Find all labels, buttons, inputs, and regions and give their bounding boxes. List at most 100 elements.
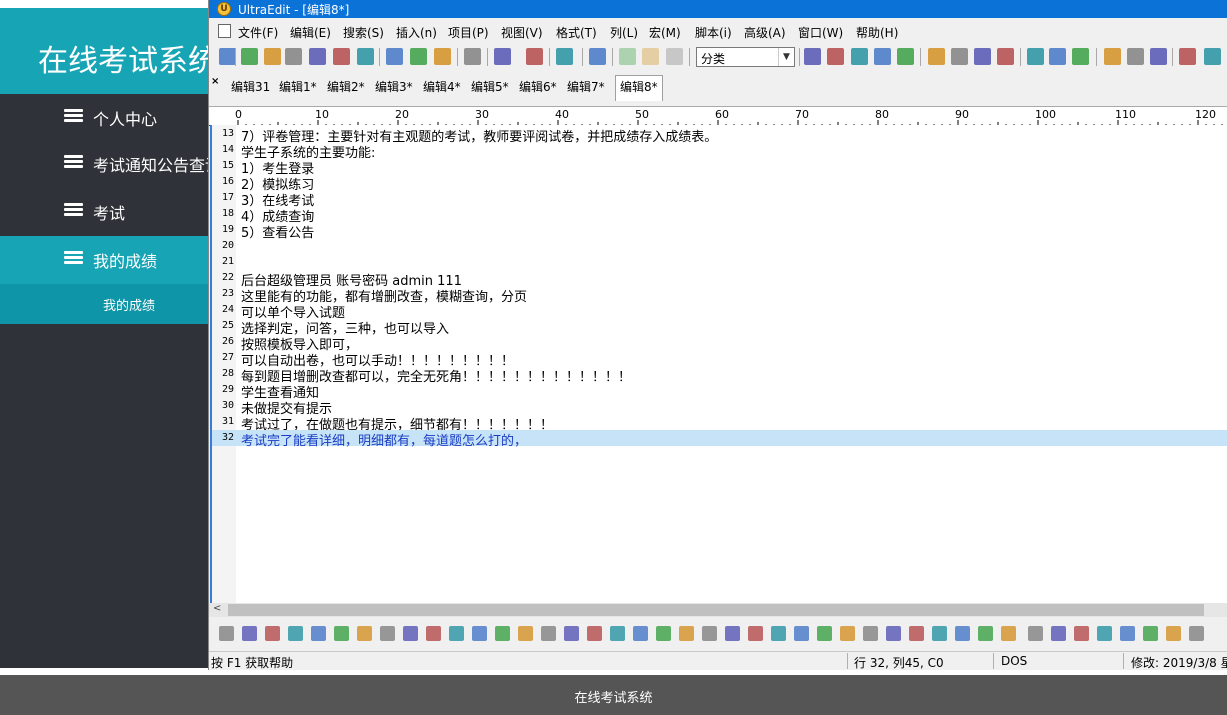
split-h-icon[interactable] [1027,48,1044,65]
sidebar-subitem-my-scores[interactable]: 我的成绩 [0,284,208,324]
editor-line[interactable]: 20 [212,238,1227,254]
new-file-icon[interactable] [219,48,236,65]
arrow-left-icon[interactable] [241,48,258,65]
copy-icon[interactable] [642,48,659,65]
menu-project[interactable]: 项目(P) [448,24,489,41]
editor-line[interactable]: 23 这里能有的功能，都有增删改查，模糊查询，分页 [212,286,1227,305]
tab-4[interactable]: 编辑3* [375,78,413,95]
paste-icon[interactable] [666,48,683,65]
replace-icon[interactable] [874,48,891,65]
tab-6[interactable]: 编辑5* [471,78,509,95]
open-folder-icon[interactable] [309,48,326,65]
button-icon[interactable] [633,626,648,641]
editor-line[interactable]: 13 7）评卷管理：主要针对有主观题的考试，教师要评阅试卷，并把成绩存入成绩表。 [212,126,1227,145]
menu-script[interactable]: 脚本(i) [695,24,732,41]
bulb-icon[interactable] [1120,626,1135,641]
underline-icon[interactable] [288,626,303,641]
editor-line[interactable]: 27 可以自动出卷，也可以手动！！！！！！！！！ [212,350,1227,369]
textarea-icon[interactable] [610,626,625,641]
align-right-2-icon[interactable] [472,626,487,641]
sun-icon[interactable] [1143,626,1158,641]
tab-1[interactable]: 编辑31 [231,78,270,95]
menu-window[interactable]: 窗口(W) [798,24,843,41]
menu-insert[interactable]: 插入(n) [396,24,437,41]
tab-3[interactable]: 编辑2* [327,78,365,95]
find-prev-icon[interactable] [851,48,868,65]
hex-icon[interactable] [526,48,543,65]
picture-icon[interactable] [725,626,740,641]
form-icon[interactable] [564,626,579,641]
arrow-right-icon[interactable] [264,48,281,65]
editor-line[interactable]: 19 5）查看公告 [212,222,1227,241]
close-icon[interactable]: × [211,76,219,87]
tools-icon[interactable] [955,626,970,641]
image-icon[interactable] [434,48,451,65]
scrollbar-thumb[interactable] [228,604,1204,616]
align-center-2-icon[interactable] [449,626,464,641]
editor-line[interactable]: 22 后台超级管理员 账号密码 admin 111 [212,270,1227,289]
grid-icon[interactable] [840,626,855,641]
font-color-icon[interactable] [380,626,395,641]
horizontal-scrollbar[interactable]: < [209,603,1227,617]
editor-line[interactable]: 29 学生查看通知 [212,382,1227,401]
open-folder-2-icon[interactable] [333,48,350,65]
menu-edit[interactable]: 编辑(E) [290,24,331,41]
copy-2-icon[interactable] [863,626,878,641]
print-icon[interactable] [386,48,403,65]
menu-macro[interactable]: 宏(M) [649,24,681,41]
indent-icon[interactable] [311,626,326,641]
web-preview-icon[interactable] [1127,48,1144,65]
find-icon[interactable] [804,48,821,65]
numbering-icon[interactable] [357,626,372,641]
align-left-icon[interactable] [928,48,945,65]
scroll-left-icon[interactable]: < [213,603,221,614]
check-icon[interactable] [886,626,901,641]
symbol-icon[interactable] [794,626,809,641]
question-icon[interactable] [1001,626,1016,641]
word-wrap-icon[interactable] [494,48,511,65]
save-icon[interactable] [357,48,374,65]
editor-line[interactable]: 31 考试过了，在做题也有提示，细节都有！！！！！！！ [212,414,1227,433]
editor-line[interactable]: 21 [212,254,1227,270]
table-icon[interactable] [518,626,533,641]
editor-line[interactable]: 18 4）成绩查询 [212,206,1227,225]
yahoo-icon[interactable] [1051,626,1066,641]
cut-icon[interactable] [619,48,636,65]
cascade-icon[interactable] [1072,48,1089,65]
n-icon[interactable] [1166,626,1181,641]
editor-line[interactable]: 26 按照模板导入即可， [212,334,1227,353]
globe-icon[interactable] [589,48,606,65]
justify-icon[interactable] [997,48,1014,65]
sidebar-item-my-scores[interactable]: 我的成绩 [0,236,208,284]
menu-file[interactable]: 文件(F) [238,24,278,41]
italic-icon[interactable] [265,626,280,641]
editor-line[interactable]: 16 2）模拟练习 [212,174,1227,193]
split-v-icon[interactable] [1049,48,1066,65]
wikipedia-icon[interactable] [1074,626,1089,641]
editor-line[interactable]: 14 学生子系统的主要功能: [212,142,1227,161]
highlight-icon[interactable] [403,626,418,641]
editor-line[interactable]: 15 1）考生登录 [212,158,1227,177]
menu-advanced[interactable]: 高级(A) [744,24,786,41]
browser-icon[interactable] [1104,48,1121,65]
blank-file-icon[interactable] [285,48,302,65]
frame-icon[interactable] [702,626,717,641]
bullets-icon[interactable] [334,626,349,641]
print-2-icon[interactable] [897,48,914,65]
align-right-icon[interactable] [974,48,991,65]
align-justify-2-icon[interactable] [495,626,510,641]
select-icon[interactable] [771,626,786,641]
tab-9[interactable]: 编辑8* [615,75,663,101]
print-preview-icon[interactable] [410,48,427,65]
dictionary-icon[interactable] [1097,626,1112,641]
notes-icon[interactable] [464,48,481,65]
google-icon[interactable] [1028,626,1043,641]
bookmark-icon[interactable] [219,626,234,641]
info-icon[interactable] [1179,48,1196,65]
editor-line[interactable]: 24 可以单个导入试题 [212,302,1227,321]
checkbox-icon[interactable] [656,626,671,641]
anchor-icon[interactable] [748,626,763,641]
hr-icon[interactable] [541,626,556,641]
menu-format[interactable]: 格式(T) [556,24,597,41]
tab-7[interactable]: 编辑6* [519,78,557,95]
